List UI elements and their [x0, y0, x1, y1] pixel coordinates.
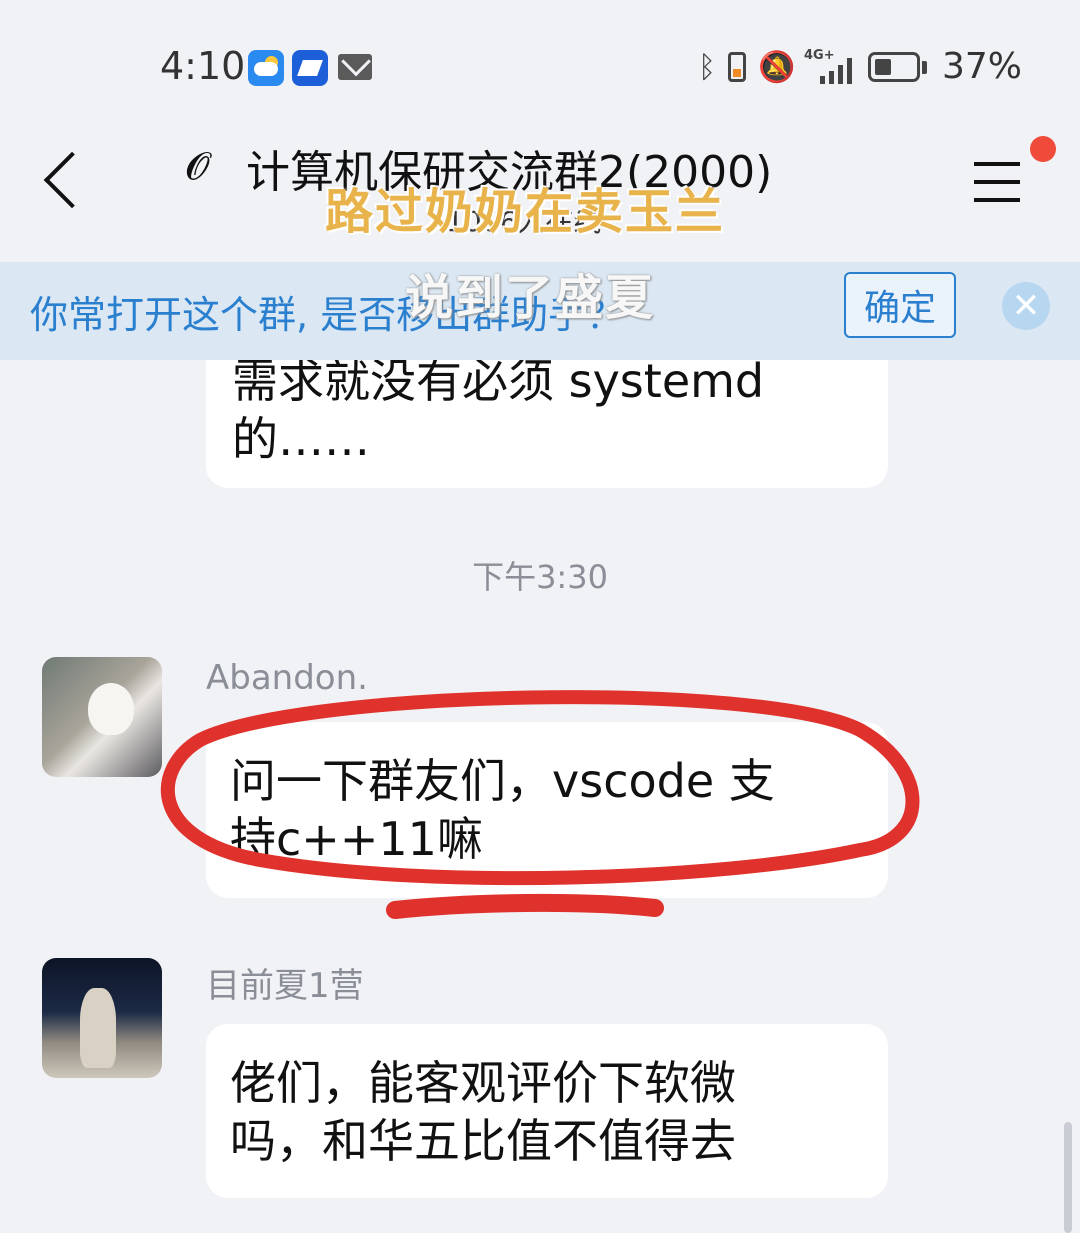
weather-icon — [248, 50, 284, 86]
close-icon[interactable]: ✕ — [1002, 282, 1050, 330]
avatar[interactable] — [42, 958, 162, 1078]
mail-icon — [338, 54, 372, 80]
avatar[interactable] — [42, 657, 162, 777]
menu-icon[interactable] — [974, 162, 1020, 216]
message-bubble[interactable]: 问一下群友们，vscode 支 持c++11嘛 — [206, 722, 888, 898]
battery-tip — [922, 61, 927, 74]
message-bubble[interactable]: 佬们，能客观评价下软微 吗，和华五比值不值得去 — [206, 1024, 888, 1198]
status-time: 4:10 — [160, 44, 246, 88]
navigation-app-icon — [292, 50, 328, 86]
overlay-caption: 路过奶奶在卖玉兰 — [325, 184, 726, 240]
sender-name[interactable]: 目前夏1营 — [206, 958, 364, 1007]
mute-bell-icon: 🔕 — [758, 50, 796, 85]
scrollbar[interactable] — [1064, 1122, 1072, 1233]
sender-name[interactable]: Abandon. — [206, 658, 368, 698]
battery-level — [875, 59, 891, 75]
message-text: 需求就没有必须 systemd 的…… — [232, 354, 765, 466]
message-text: 佬们，能客观评价下软微 吗，和华五比值不值得去 — [230, 1056, 736, 1168]
back-chevron-icon[interactable] — [43, 151, 101, 209]
time-separator: 下午3:30 — [472, 558, 608, 596]
confirm-button[interactable]: 确定 — [844, 272, 956, 338]
message-text: 问一下群友们，vscode 支 持c++11嘛 — [230, 754, 775, 866]
signal-4g-icon — [806, 56, 858, 84]
battery-percent: 37% — [942, 46, 1023, 87]
phone-battery-icon — [728, 52, 746, 82]
bluetooth-icon: ᛒ — [698, 50, 716, 85]
ear-icon: 𝓞 — [186, 144, 210, 188]
overlay-caption: 说到了盛夏 — [405, 270, 656, 326]
notification-dot — [1030, 136, 1056, 162]
